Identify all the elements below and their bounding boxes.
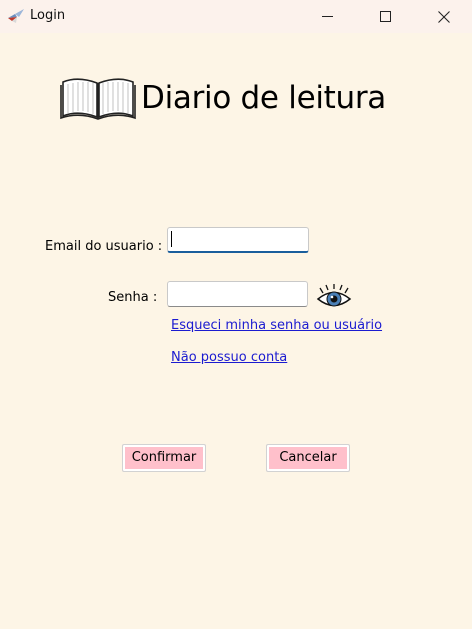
password-label: Senha : (108, 290, 158, 305)
confirm-button[interactable]: Confirmar (122, 444, 206, 472)
text-caret (171, 231, 172, 247)
eye-icon[interactable] (316, 284, 352, 311)
email-input[interactable] (167, 227, 309, 253)
app-title: Diario de leitura (141, 80, 387, 116)
close-icon (438, 10, 450, 23)
no-account-link[interactable]: Não possuo conta (171, 350, 287, 365)
title-bar: Login (0, 0, 472, 33)
close-button[interactable] (421, 0, 467, 33)
app-icon (8, 9, 24, 23)
window-title: Login (30, 8, 66, 23)
open-book-icon (60, 78, 136, 120)
maximize-icon (379, 11, 391, 22)
minimize-button[interactable] (304, 0, 350, 33)
cancel-button[interactable]: Cancelar (266, 444, 350, 472)
email-label: Email do usuario : (45, 239, 163, 254)
password-input[interactable] (167, 281, 308, 307)
maximize-button[interactable] (362, 0, 408, 33)
forgot-password-link[interactable]: Esqueci minha senha ou usuário (171, 318, 382, 333)
minimize-icon (321, 16, 333, 17)
login-window: Login Diario de leitura Email do usuario… (0, 0, 472, 629)
